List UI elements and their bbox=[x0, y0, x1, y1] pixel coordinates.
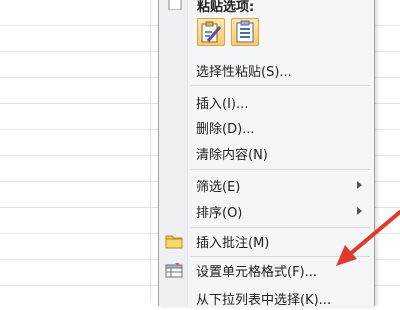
annotation-arrow-icon bbox=[336, 210, 400, 266]
